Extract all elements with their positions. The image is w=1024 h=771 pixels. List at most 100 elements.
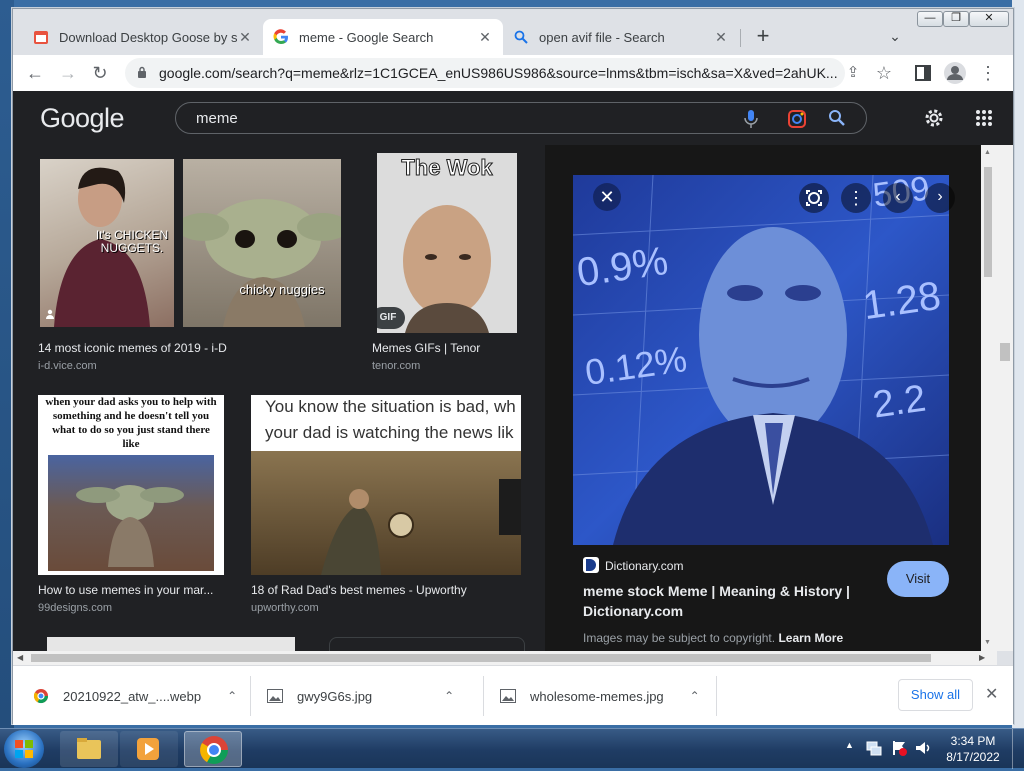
tab-title: Download Desktop Goose by san [59,29,237,45]
scroll-left-arrow-icon[interactable]: ◀ [17,653,23,662]
page-scrollbar-thumb[interactable] [1000,343,1010,361]
google-logo[interactable]: Google [40,103,125,134]
taskbar-media-player[interactable] [120,731,178,767]
tab-avif-search[interactable]: open avif file - Search ✕ [503,19,739,55]
search-submit-icon[interactable] [828,109,846,127]
scroll-down-arrow-icon[interactable]: ▼ [984,639,991,646]
browser-toolbar: ← → ↻ google.com/search?q=meme&rlz=1C1GC… [13,55,1013,91]
preview-title[interactable]: meme stock Meme | Meaning & History | Di… [583,581,873,621]
result-image-chicken-nuggets[interactable]: It's CHICKEN NUGGETS. [40,159,174,327]
volume-icon[interactable] [914,739,932,757]
chevron-up-icon[interactable]: ⌃ [690,689,700,703]
preview-scrollbar-thumb[interactable] [984,167,992,277]
close-download-bar-icon[interactable]: ✕ [985,684,998,704]
download-separator [250,676,251,716]
tab-meme-search[interactable]: meme - Google Search ✕ [263,19,503,55]
profile-avatar-icon[interactable] [943,61,967,85]
result-image-the-wok[interactable]: The Wok GIF [377,153,517,333]
maximize-button[interactable]: ❐ [943,11,969,27]
tab-desktop-goose[interactable]: Download Desktop Goose by san ✕ [23,19,263,55]
scroll-right-arrow-icon[interactable]: ▶ [979,653,985,662]
visit-button[interactable]: Visit [887,561,949,597]
result-title[interactable]: 14 most iconic memes of 2019 - i-D [38,341,338,355]
close-window-button[interactable]: ✕ [969,11,1009,27]
kebab-menu-icon[interactable]: ⋮ [976,61,1000,85]
preview-scrollbar[interactable]: ▲ ▼ [981,145,995,651]
close-preview-icon[interactable]: ✕ [593,183,621,211]
address-bar[interactable]: google.com/search?q=meme&rlz=1C1GCEA_enU… [125,58,845,88]
start-button[interactable] [4,730,44,768]
microphone-icon[interactable] [744,109,758,129]
person-badge-icon [46,309,54,319]
learn-more-link[interactable]: Learn More [778,631,843,645]
action-center-flag-icon[interactable] [890,739,908,757]
tab-close-icon[interactable]: ✕ [237,29,253,45]
download-filename: 20210922_atw_....webp [63,688,202,704]
browser-window: Download Desktop Goose by san ✕ meme - G… [12,8,1014,725]
tab-close-icon[interactable]: ✕ [477,29,493,45]
chrome-icon [200,736,228,764]
chevron-up-icon[interactable]: ⌃ [227,689,237,703]
share-icon[interactable]: ⇪ [841,61,865,85]
calendar-icon [33,29,49,45]
result-image-dad-asks[interactable]: when your dad asks you to help with some… [38,395,224,575]
result-card-partial[interactable] [329,637,525,651]
bookmark-star-icon[interactable]: ☆ [872,61,896,85]
result-image-chicky-nuggies[interactable]: chicky nuggies [183,159,341,327]
preview-site-name[interactable]: Dictionary.com [605,559,683,573]
network-icon[interactable] [865,739,883,757]
side-panel-icon[interactable] [911,61,935,85]
result-image-dad-news[interactable]: You know the situation is bad, wh your d… [251,395,521,575]
lens-camera-icon[interactable] [787,109,807,129]
more-options-icon[interactable]: ⋮ [841,183,871,213]
show-hidden-icons-chevron-icon[interactable]: ▲ [845,740,854,750]
tab-separator [740,29,741,47]
taskbar-explorer[interactable] [60,731,118,767]
clock-date: 8/17/2022 [946,750,1000,764]
result-source: tenor.com [372,360,421,372]
tab-close-icon[interactable]: ✕ [713,29,729,45]
lock-icon [138,66,146,78]
back-icon[interactable]: ← [23,61,47,85]
result-title[interactable]: 18 of Rad Dad's best memes - Upworthy [251,583,521,597]
horizontal-scrollbar-thumb[interactable] [31,654,931,662]
system-clock[interactable]: 3:34 PM 8/17/2022 [938,733,1008,765]
download-item[interactable]: gwy9G6s.jpg ⌃ [267,678,454,714]
url-text: google.com/search?q=meme&rlz=1C1GCEA_enU… [159,65,838,81]
new-tab-icon[interactable]: + [751,24,775,48]
minimize-button[interactable]: — [917,11,943,27]
download-filename: gwy9G6s.jpg [297,688,373,704]
chevron-up-icon[interactable]: ⌃ [444,689,454,703]
show-all-button[interactable]: Show all [898,679,973,711]
forward-icon[interactable]: → [56,61,80,85]
image-caption: chicky nuggies [239,282,325,297]
preview-image-stonks[interactable]: 0.9% 0.12% 1.28 2.2 509 [573,175,949,545]
result-source: 99designs.com [38,602,112,614]
result-title[interactable]: How to use memes in your mar... [38,583,228,597]
search-input[interactable]: meme [175,102,867,134]
lens-search-icon[interactable] [799,183,829,213]
taskbar-chrome[interactable] [184,731,242,767]
next-image-icon[interactable]: › [925,183,955,213]
tab-title: open avif file - Search [539,29,665,45]
download-item[interactable]: 20210922_atw_....webp ⌃ [33,678,237,714]
horizontal-scrollbar[interactable]: ◀ ▶ [13,651,997,665]
google-header: Google meme [13,91,1013,145]
download-item[interactable]: wholesome-memes.jpg ⌃ [500,678,700,714]
reload-icon[interactable]: ↻ [88,61,112,85]
tab-search-chevron-icon[interactable]: ⌄ [883,24,907,48]
copyright-text: Images may be subject to copyright. [583,631,776,645]
scroll-up-arrow-icon[interactable]: ▲ [984,149,991,156]
preview-image-text: 2.2 [870,377,929,427]
settings-gear-icon[interactable] [923,107,945,129]
show-desktop-button[interactable] [1012,729,1024,769]
image-icon [500,689,516,703]
previous-image-icon[interactable]: ‹ [883,183,913,213]
result-title[interactable]: Memes GIFs | Tenor [372,341,532,355]
image-caption: It's CHICKEN NUGGETS. [95,228,169,255]
result-image-partial[interactable] [47,637,295,651]
apps-grid-icon[interactable] [975,109,993,127]
page-scrollbar[interactable] [995,145,1013,651]
image-caption: The Wok [401,155,493,181]
download-filename: wholesome-memes.jpg [530,688,664,704]
